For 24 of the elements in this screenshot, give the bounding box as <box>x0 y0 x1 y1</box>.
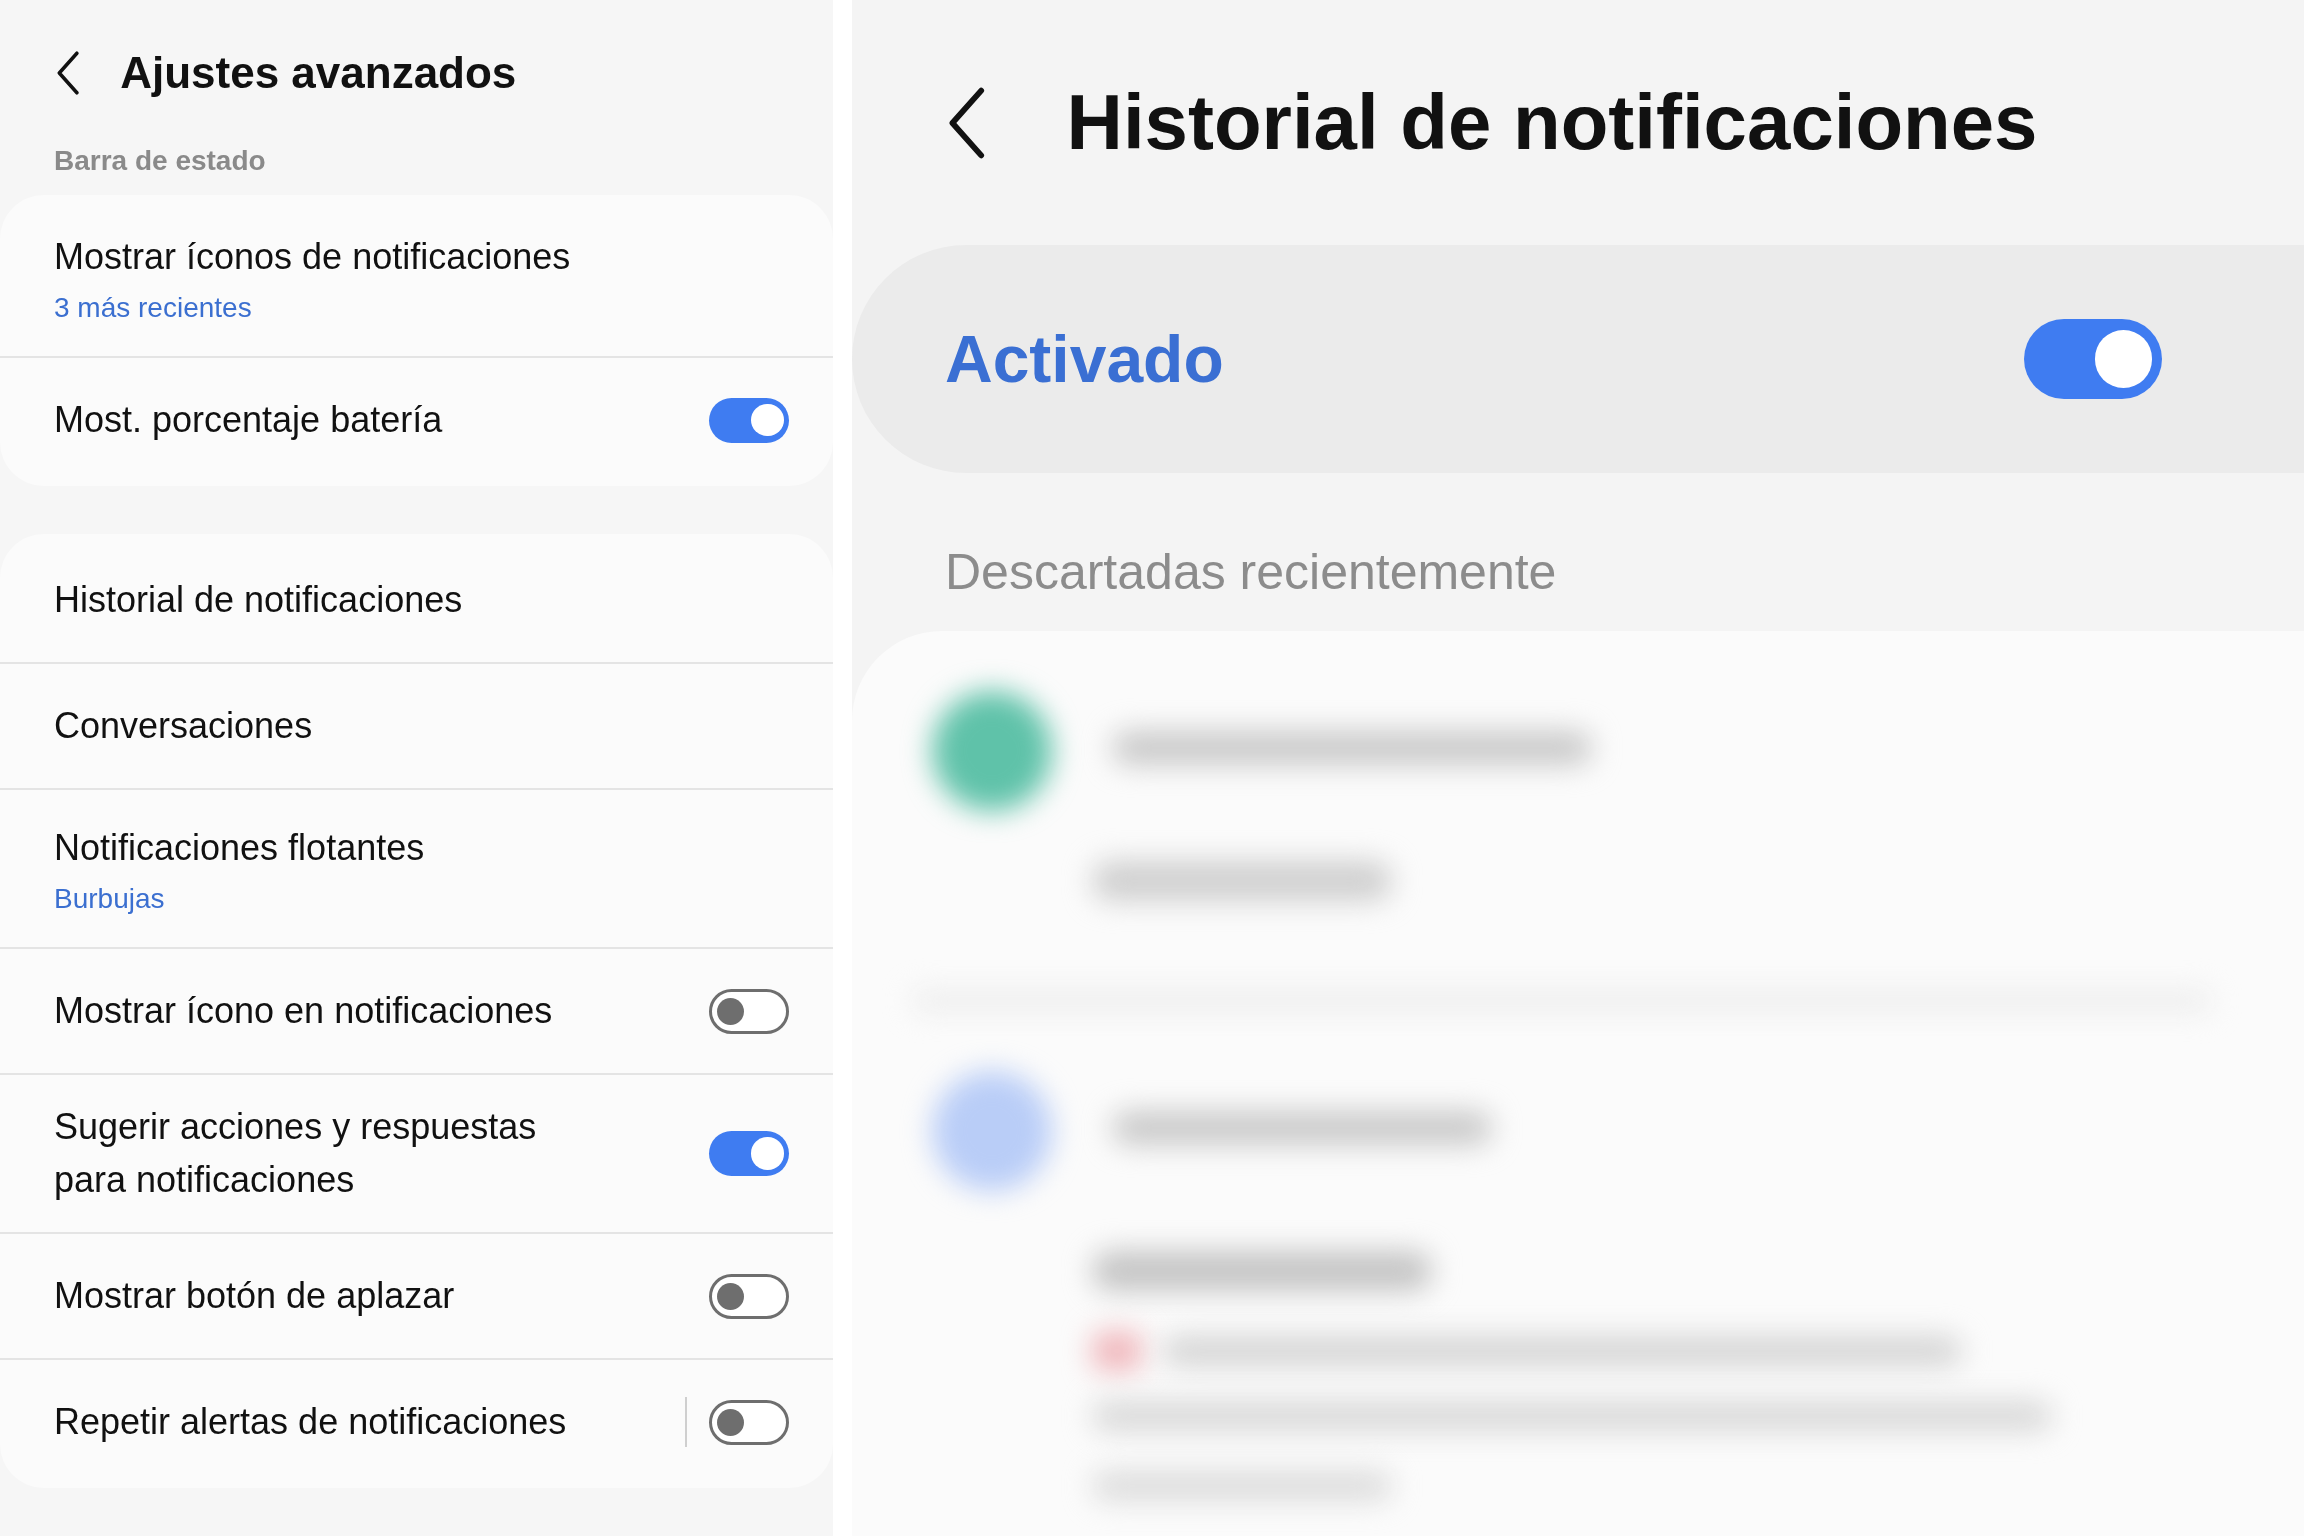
back-icon[interactable] <box>947 86 987 159</box>
setting-label[interactable]: Mostrar ícono en notificaciones <box>54 984 614 1038</box>
setting-label[interactable]: Mostrar íconos de notificaciones <box>54 231 614 284</box>
toggle-switch[interactable] <box>709 397 789 443</box>
setting-label[interactable]: Mostrar botón de aplazar <box>54 1269 614 1323</box>
toggle-switch[interactable] <box>709 1131 789 1176</box>
back-icon[interactable] <box>56 50 81 95</box>
setting-label[interactable]: Historial de notificaciones <box>54 573 614 627</box>
switch-label: Activado <box>945 321 1224 397</box>
toggle-switch[interactable] <box>709 1399 789 1445</box>
master-switch-bar[interactable]: Activado <box>852 245 2304 473</box>
setting-label[interactable]: Conversaciones <box>54 699 614 753</box>
toggle-switch[interactable] <box>709 988 789 1034</box>
setting-value: Burbujas <box>54 882 166 915</box>
setting-value: 3 más recientes <box>54 291 253 324</box>
setting-label[interactable]: Most. porcentaje batería <box>54 393 614 447</box>
section-label: Descartadas recientemente <box>944 543 1558 602</box>
setting-label[interactable]: Repetir alertas de notificaciones <box>54 1395 614 1449</box>
setting-label[interactable]: Notificaciones flotantes <box>54 822 614 875</box>
toggle-switch[interactable] <box>709 1273 789 1319</box>
setting-label[interactable]: Sugerir acciones y respuestas para notificaciones <box>54 1101 614 1206</box>
page-title: Historial de notificaciones <box>1066 77 2038 168</box>
page-title: Ajustes avanzados <box>120 47 517 98</box>
section-label: Barra de estado <box>53 145 267 178</box>
